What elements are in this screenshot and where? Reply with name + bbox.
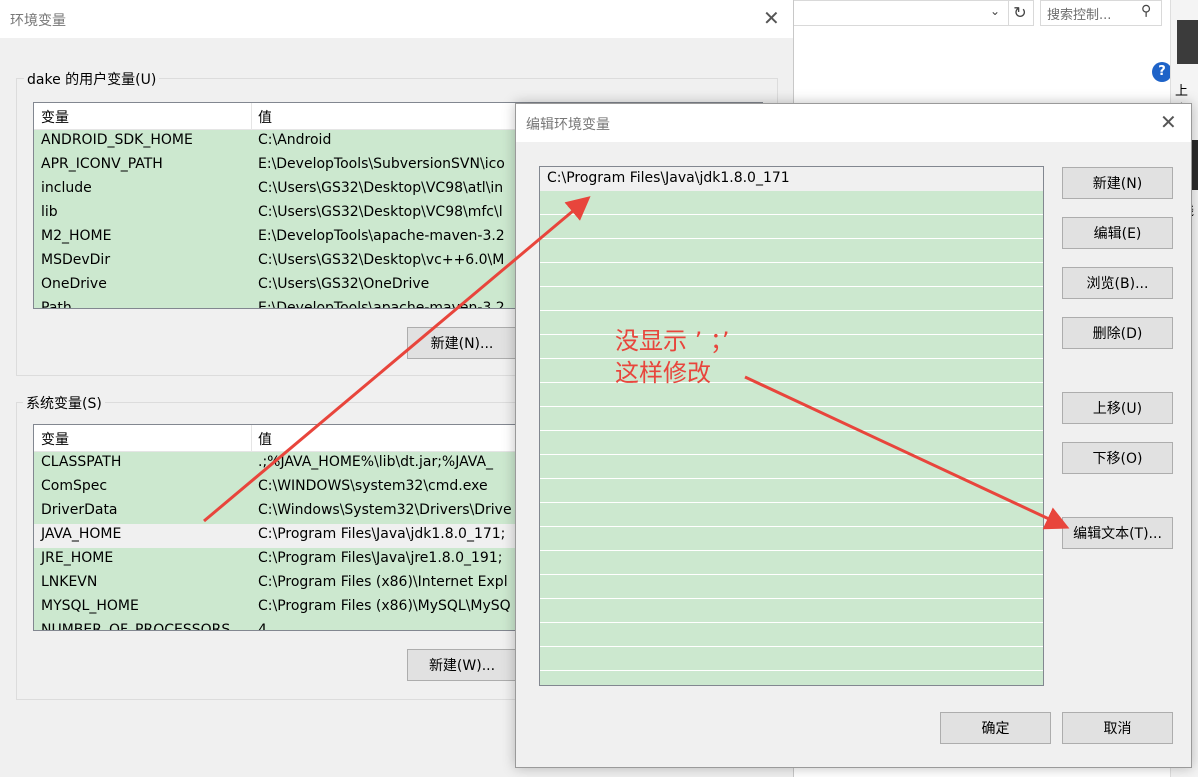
annotation-arrows <box>203 196 1070 530</box>
arrow-to-edit-text <box>744 375 1070 530</box>
arrow-to-entry <box>203 196 591 523</box>
